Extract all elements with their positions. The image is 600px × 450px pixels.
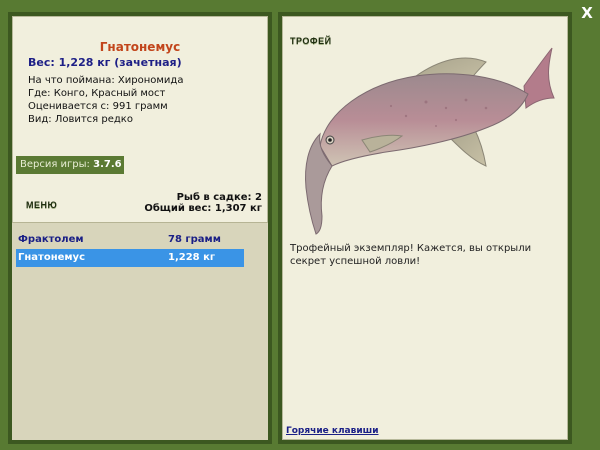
version-badge: Версия игры: 3.7.6 <box>16 156 124 174</box>
fish-details: На что поймана: Хирономида Где: Конго, К… <box>28 74 183 126</box>
catch-name: Фрактолем <box>18 234 84 245</box>
hotkeys-link[interactable]: Горячие клавиши <box>286 426 379 436</box>
list-item[interactable]: Фрактолем 78 грамм <box>16 231 244 249</box>
keepnet-weight: Общий вес: 1,307 кг <box>144 203 262 214</box>
fish-name-title: Гнатонемус <box>99 40 181 54</box>
game-window: X Гнатонемус Вес: 1,228 кг (зачетная) На… <box>0 0 600 450</box>
fish-info-panel: Гнатонемус Вес: 1,228 кг (зачетная) На ч… <box>8 12 272 444</box>
catch-weight: 78 грамм <box>168 234 221 245</box>
catch-weight: 1,228 кг <box>168 252 216 263</box>
keepnet-count: Рыб в садке: 2 <box>176 192 262 203</box>
fish-image <box>305 47 555 235</box>
version-label: Версия игры: <box>20 159 90 170</box>
close-icon[interactable]: X <box>579 4 595 22</box>
fish-weight: Вес: 1,228 кг (зачетная) <box>28 56 182 69</box>
version-value: 3.7.6 <box>93 159 122 170</box>
rarity-line: Вид: Ловится редко <box>28 114 133 125</box>
keepnet-stats: Рыб в садке: 2 Общий вес: 1,307 кг <box>144 192 262 214</box>
trophy-message: Трофейный экземпляр! Кажется, вы открыли… <box>290 243 532 267</box>
catch-name: Гнатонемус <box>18 252 86 263</box>
trophy-panel: ТРОФЕЙ Трофейный экземпляр! Кажется, вы … <box>278 12 572 444</box>
location-line: Где: Конго, Красный мост <box>28 88 166 99</box>
list-item-selected[interactable]: Гнатонемус 1,228 кг <box>16 249 244 267</box>
bait-line: На что поймана: Хирономида <box>28 75 184 86</box>
min-weight-line: Оценивается с: 991 грамм <box>28 101 168 112</box>
menu-button[interactable]: МЕНЮ <box>26 200 57 210</box>
catch-list: Фрактолем 78 грамм Гнатонемус 1,228 кг <box>12 222 268 440</box>
